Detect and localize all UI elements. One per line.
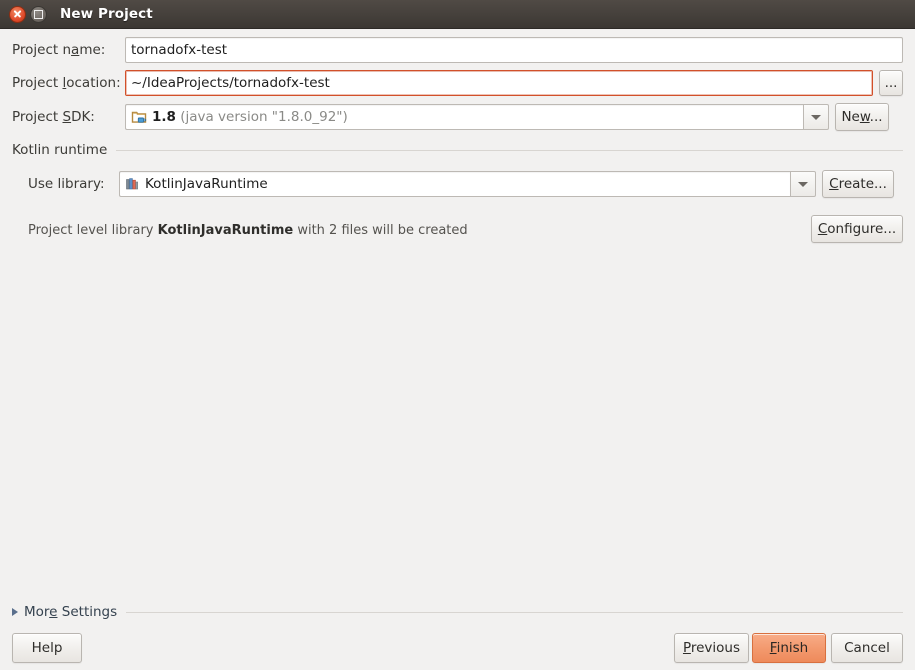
window-title: New Project: [60, 6, 153, 22]
new-sdk-label: New...: [841, 109, 883, 125]
project-sdk-version: 1.8 (java version "1.8.0_92"): [152, 109, 348, 125]
new-sdk-button[interactable]: New...: [835, 103, 889, 131]
chevron-down-icon: [811, 114, 821, 120]
project-name-row: Project name: tornadofx-test: [12, 37, 903, 63]
use-library-label: Use library:: [28, 176, 105, 192]
cancel-label: Cancel: [844, 640, 890, 656]
more-settings-expander[interactable]: More Settings: [12, 604, 903, 620]
close-icon[interactable]: [9, 5, 26, 23]
browse-location-button[interactable]: ...: [879, 70, 903, 96]
project-location-row: Project location: ~/IdeaProjects/tornado…: [12, 70, 903, 96]
chevron-down-icon: [798, 181, 808, 187]
use-library-value: KotlinJavaRuntime: [145, 176, 268, 192]
use-library-combobox[interactable]: KotlinJavaRuntime: [119, 171, 816, 197]
project-sdk-value-area[interactable]: 1.8 (java version "1.8.0_92"): [125, 104, 803, 130]
project-name-input[interactable]: tornadofx-test: [125, 37, 903, 63]
create-library-label: Create...: [829, 176, 887, 192]
library-description: Project level library KotlinJavaRuntime …: [28, 223, 468, 238]
cancel-button[interactable]: Cancel: [831, 633, 903, 663]
dialog-body: Project name: tornadofx-test Project loc…: [0, 29, 915, 670]
project-name-label: Project name:: [12, 42, 106, 58]
configure-label: Configure...: [817, 221, 897, 237]
project-location-value: ~/IdeaProjects/tornadofx-test: [131, 75, 330, 91]
configure-button[interactable]: Configure...: [811, 215, 903, 243]
project-location-label: Project location:: [12, 75, 121, 91]
kotlin-runtime-group-title: Kotlin runtime: [12, 142, 108, 158]
project-name-value: tornadofx-test: [131, 42, 228, 58]
browse-location-label: ...: [884, 75, 898, 91]
previous-button[interactable]: Previous: [674, 633, 749, 663]
project-sdk-combobox[interactable]: 1.8 (java version "1.8.0_92"): [125, 104, 829, 130]
project-location-input[interactable]: ~/IdeaProjects/tornadofx-test: [125, 70, 873, 96]
help-label: Help: [31, 640, 63, 656]
use-library-dropdown-arrow[interactable]: [790, 171, 816, 197]
more-settings-separator-line: [126, 611, 903, 613]
java-sdk-folder-icon: [131, 109, 147, 125]
help-button[interactable]: Help: [12, 633, 82, 663]
library-description-post: with 2 files will be created: [293, 223, 468, 238]
finish-label: Finish: [769, 640, 809, 656]
chevron-right-icon: [12, 608, 18, 616]
kotlin-runtime-group-header: Kotlin runtime: [12, 142, 903, 158]
library-books-icon: [125, 177, 139, 191]
use-library-row: Use library: KotlinJavaRuntime Create...: [28, 170, 903, 198]
library-description-pre: Project level library: [28, 223, 158, 238]
library-description-bold: KotlinJavaRuntime: [157, 223, 294, 238]
create-library-button[interactable]: Create...: [822, 170, 894, 198]
group-separator-line: [116, 149, 903, 151]
maximize-icon[interactable]: [30, 5, 47, 23]
project-sdk-dropdown-arrow[interactable]: [803, 104, 829, 130]
previous-label: Previous: [682, 640, 741, 656]
project-sdk-row: Project SDK: 1.8 (java version "1.8.0_92…: [12, 103, 903, 131]
use-library-value-area[interactable]: KotlinJavaRuntime: [119, 171, 790, 197]
project-sdk-label: Project SDK:: [12, 109, 95, 125]
finish-button[interactable]: Finish: [752, 633, 826, 663]
window-titlebar: New Project: [0, 0, 915, 29]
more-settings-label: More Settings: [24, 604, 118, 620]
